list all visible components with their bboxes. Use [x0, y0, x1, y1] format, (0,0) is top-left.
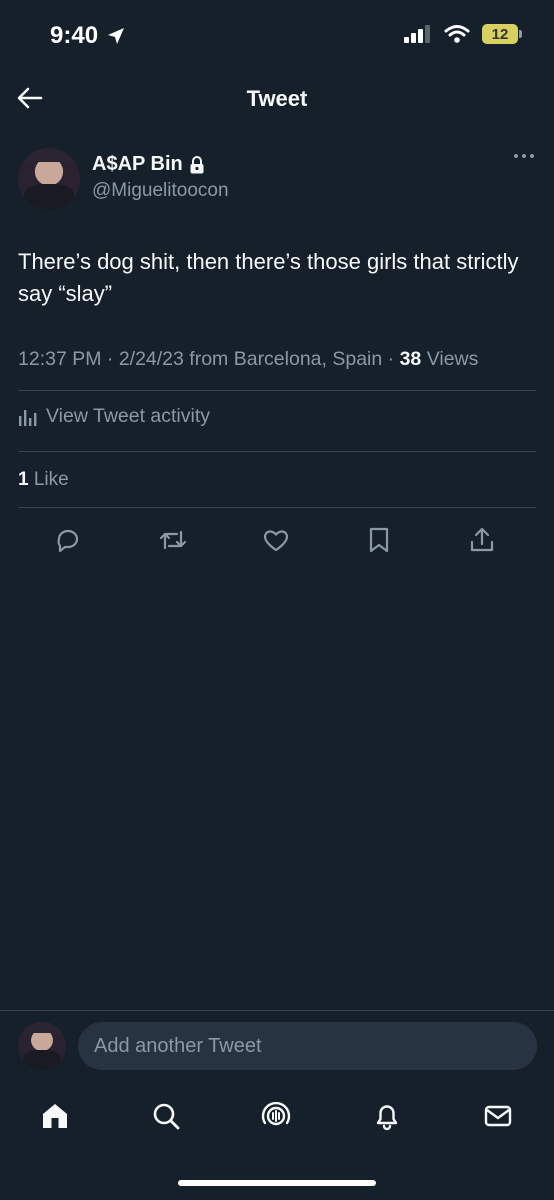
like-button[interactable] — [258, 522, 294, 558]
activity-label: View Tweet activity — [46, 405, 211, 427]
home-indicator[interactable] — [178, 1180, 376, 1186]
divider — [18, 507, 536, 508]
page-title: Tweet — [246, 86, 308, 111]
battery-indicator: 12 — [482, 24, 522, 44]
share-button[interactable] — [464, 522, 500, 558]
author-display-name: A$AP Bin — [92, 153, 183, 175]
nav-spaces[interactable] — [258, 1098, 294, 1134]
reply-button[interactable] — [50, 522, 86, 558]
divider — [18, 451, 536, 452]
likes-count-link[interactable]: 1 Like — [18, 469, 69, 491]
divider — [18, 390, 536, 391]
author-handle[interactable]: @Miguelitoocon — [92, 180, 229, 202]
nav-search[interactable] — [148, 1098, 184, 1134]
tweet-text: There’s dog shit, then there’s those gir… — [18, 249, 519, 306]
views-count: 38 — [399, 348, 422, 370]
bookmark-icon — [369, 527, 389, 553]
author-name[interactable]: A$AP Bin — [92, 153, 205, 176]
nav-notifications[interactable] — [369, 1098, 405, 1134]
meta-separator: · — [387, 348, 400, 370]
more-options-icon[interactable] — [514, 154, 534, 158]
tweet-location-text: from Barcelona, Spain — [189, 348, 383, 370]
avatar-hood-shape — [18, 148, 80, 162]
heart-icon — [264, 530, 288, 552]
status-bar-indicators: 12 — [404, 24, 522, 44]
current-user-avatar[interactable] — [18, 1022, 66, 1070]
retweet-button[interactable] — [155, 522, 191, 558]
analytics-icon — [19, 409, 37, 426]
status-time-text: 9:40 — [50, 22, 99, 49]
bookmark-button[interactable] — [361, 522, 397, 558]
reply-icon — [57, 529, 79, 553]
tweet-date[interactable]: 2/24/23 — [119, 348, 184, 370]
messages-icon — [484, 1105, 512, 1127]
add-another-tweet-input[interactable] — [78, 1022, 537, 1070]
tweet-time[interactable]: 12:37 PM — [18, 348, 101, 370]
views-label: Views — [426, 348, 479, 370]
share-icon — [470, 527, 494, 552]
status-bar-time: 9:40 — [50, 22, 126, 50]
avatar-hood-shape — [18, 1022, 66, 1033]
author-avatar[interactable] — [18, 148, 80, 210]
tweet-meta: 12:37 PM · 2/24/23 from Barcelona, Spain… — [18, 348, 478, 371]
location-arrow-icon — [108, 28, 125, 44]
likes-label: Like — [33, 469, 69, 490]
nav-messages[interactable] — [480, 1098, 516, 1134]
likes-count: 1 — [18, 469, 29, 490]
lock-icon — [190, 155, 204, 173]
battery-level: 12 — [491, 25, 509, 43]
meta-separator: · — [106, 348, 119, 370]
spaces-icon — [261, 1101, 291, 1126]
nav-home[interactable] — [37, 1098, 73, 1134]
view-tweet-activity-link[interactable]: View Tweet activity — [18, 405, 210, 428]
signal-icon — [404, 25, 430, 43]
wifi-icon — [444, 25, 470, 43]
tweet-location: from Barcelona, Spain — [189, 348, 382, 370]
avatar-mask-shape — [24, 183, 74, 210]
notifications-icon — [376, 1105, 398, 1131]
avatar-mask-shape — [22, 1049, 62, 1070]
home-icon — [43, 1104, 67, 1128]
search-icon — [153, 1103, 180, 1130]
retweet-icon — [159, 530, 187, 550]
divider — [0, 1010, 554, 1011]
